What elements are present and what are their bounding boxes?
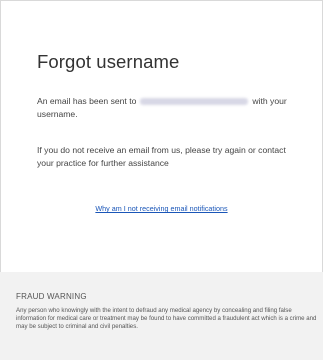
redacted-email bbox=[140, 98, 249, 106]
forgot-username-card: Forgot username An email has been sent t… bbox=[0, 0, 323, 273]
fraud-warning-text: Any person who knowingly with the intent… bbox=[16, 307, 317, 331]
fraud-warning-section: FRAUD WARNING Any person who knowingly w… bbox=[0, 272, 323, 360]
page-title: Forgot username bbox=[37, 51, 180, 72]
fraud-warning-title: FRAUD WARNING bbox=[16, 292, 87, 301]
email-notifications-help-link[interactable]: Why am I not receiving email notificatio… bbox=[1, 204, 322, 213]
email-sent-text: An email has been sent to bbox=[37, 96, 137, 106]
no-email-instructions: If you do not receive an email from us, … bbox=[37, 145, 286, 168]
email-sent-message: An email has been sent to with your usern… bbox=[37, 95, 299, 121]
